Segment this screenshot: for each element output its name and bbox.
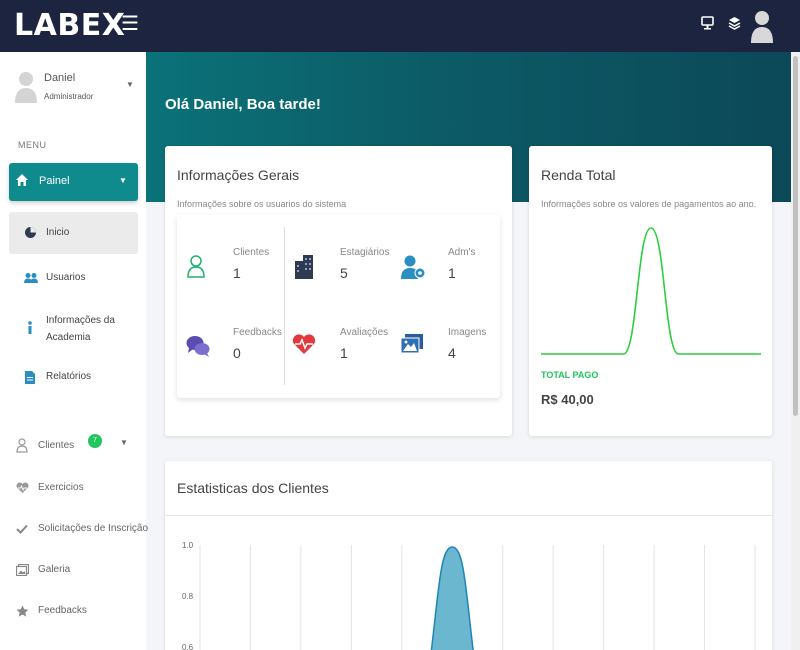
sidebar-item-label: Clientes — [38, 440, 75, 451]
stats-divider — [284, 227, 285, 385]
sidebar-subitem-label: Relatórios — [46, 371, 92, 382]
users-icon — [24, 273, 38, 283]
gallery-icon — [16, 564, 29, 576]
stat-value: 1 — [340, 345, 348, 361]
layers-icon[interactable] — [728, 16, 741, 30]
stat-label: Feedbacks — [233, 327, 282, 338]
stat-value: 1 — [448, 265, 456, 281]
y-tick-label: 0.6 — [182, 643, 194, 650]
home-icon — [16, 174, 28, 186]
user-avatar[interactable] — [750, 8, 774, 44]
info-icon — [28, 321, 32, 334]
sidebar-item-painel[interactable]: Painel ▼ — [9, 163, 138, 201]
stat-label: Estagiários — [340, 247, 390, 258]
income-line-chart — [541, 227, 761, 355]
star-icon — [16, 605, 29, 617]
app-logo[interactable]: LABEX — [14, 8, 125, 43]
user-name: Daniel — [44, 72, 76, 84]
clients-area-chart: 1.0 0.8 0.6 — [182, 541, 756, 650]
heartbeat-icon — [16, 482, 29, 493]
sidebar-item-label: Painel — [39, 175, 70, 187]
avatar-icon — [15, 72, 37, 103]
stats-card-title: Estatisticas dos Clientes — [177, 480, 329, 496]
income-card-subtitle: Informações sobre os valores de pagament… — [541, 199, 757, 209]
building-icon — [295, 255, 313, 279]
images-icon — [400, 334, 423, 354]
stat-label: Clientes — [233, 247, 270, 258]
stat-value: 1 — [233, 265, 241, 281]
heart-pulse-icon — [292, 334, 316, 354]
chevron-down-icon[interactable]: ▼ — [126, 80, 134, 89]
monitor-icon[interactable] — [701, 16, 714, 30]
check-icon — [16, 524, 28, 534]
income-card-title: Renda Total — [541, 167, 616, 183]
stat-value: 4 — [448, 345, 456, 361]
income-series-line — [541, 227, 761, 355]
pie-chart-icon — [25, 227, 36, 238]
info-card-title: Informações Gerais — [177, 167, 300, 183]
stat-value: 0 — [233, 345, 241, 361]
info-card-subtitle: Informações sobre os usuarios do sistema — [177, 199, 347, 209]
clients-series-area — [430, 546, 474, 650]
sidebar-user-menu[interactable]: Daniel Administrador ▼ — [14, 70, 139, 110]
sidebar-subitem-label: Inicio — [46, 227, 70, 238]
person-icon — [16, 438, 28, 453]
user-role: Administrador — [44, 92, 94, 101]
sidebar-item-label: Galeria — [38, 564, 71, 575]
card-divider — [165, 515, 772, 516]
client-icon — [187, 255, 205, 278]
chevron-down-icon: ▼ — [119, 176, 127, 185]
greeting-title: Olá Daniel, Boa tarde! — [165, 96, 321, 113]
menu-header: MENU — [18, 140, 47, 150]
top-navbar: LABEX ☰ — [0, 0, 800, 52]
file-icon — [25, 371, 35, 384]
y-tick-label: 1.0 — [182, 541, 194, 550]
notification-badge: 7 — [88, 434, 102, 448]
sidebar: Daniel Administrador ▼ MENU Painel ▼ Ini… — [0, 52, 149, 650]
sidebar-subitem-label: Informações da Academia — [46, 315, 115, 343]
stat-label: Adm's — [448, 247, 476, 258]
stat-label: Avaliações — [340, 327, 389, 338]
hamburger-icon[interactable]: ☰ — [121, 14, 139, 34]
y-tick-label: 0.8 — [182, 592, 194, 601]
chevron-down-icon[interactable]: ▼ — [120, 438, 128, 447]
total-label: TOTAL PAGO — [541, 370, 599, 380]
stats-panel — [177, 215, 500, 398]
stat-value: 5 — [340, 265, 348, 281]
sidebar-item-label: Exercicios — [38, 482, 84, 493]
stat-label: Imagens — [448, 327, 487, 338]
scrollbar-thumb[interactable] — [793, 56, 798, 416]
sidebar-item-label: Solicitações de Inscrição — [38, 523, 149, 534]
sidebar-item-label: Feedbacks — [38, 605, 87, 616]
total-value: R$ 40,00 — [541, 392, 594, 407]
sidebar-subitem-label: Usuarios — [46, 272, 86, 283]
chat-icon — [186, 336, 210, 357]
admin-gear-icon — [401, 255, 426, 279]
